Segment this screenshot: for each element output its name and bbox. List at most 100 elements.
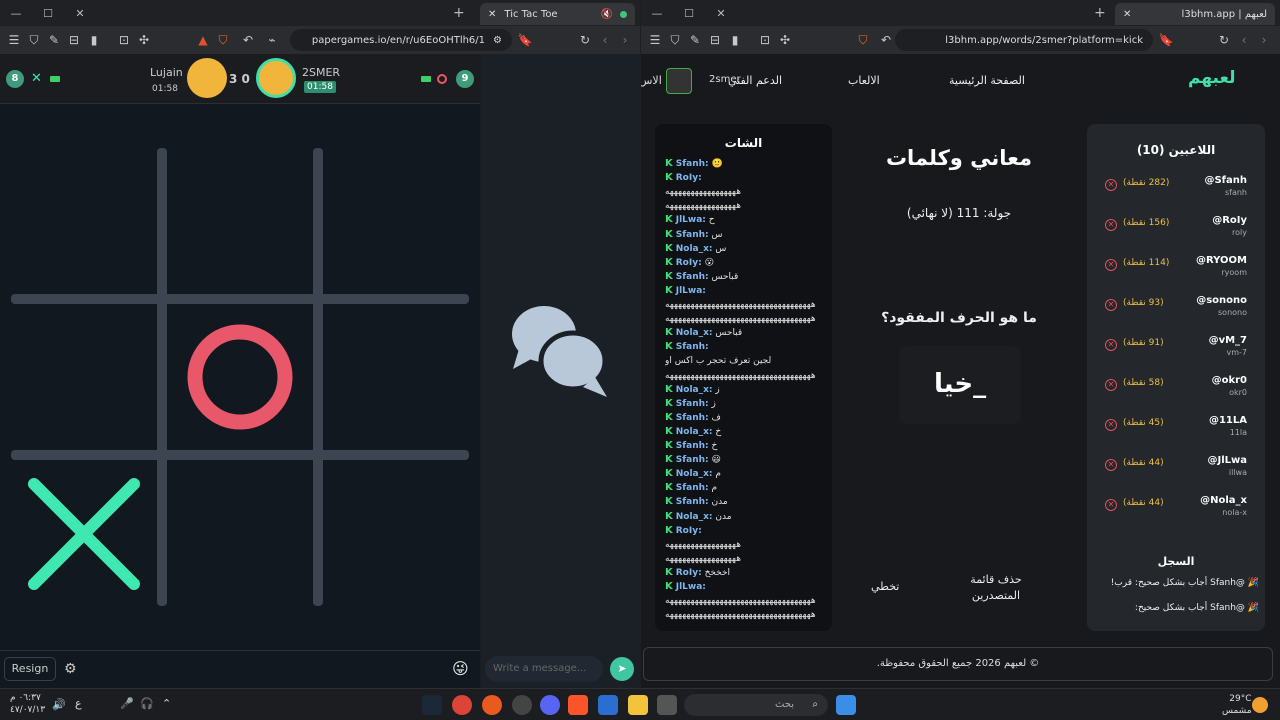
- back-icon[interactable]: ‹: [595, 33, 615, 47]
- chat-username[interactable]: JlLwa:: [676, 286, 706, 296]
- site-logo[interactable]: لعبهم: [1188, 68, 1235, 88]
- nav-support-link[interactable]: الدعم الفني: [728, 74, 782, 87]
- cell-6[interactable]: [323, 304, 469, 450]
- chat-username[interactable]: Nola_x:: [676, 427, 713, 437]
- obs-icon[interactable]: [512, 695, 532, 715]
- chat-username[interactable]: RoIy:: [676, 526, 702, 536]
- kick-player-icon[interactable]: ✕: [1105, 419, 1117, 431]
- back-history-icon-right[interactable]: ↶: [876, 33, 896, 47]
- forward-icon-right[interactable]: ›: [1254, 33, 1274, 47]
- close-tab-icon-right[interactable]: ✕: [1123, 9, 1131, 20]
- brave-rewards-icon[interactable]: ▲: [193, 33, 213, 47]
- address-bar[interactable]: papergames.io/en/r/u6EoOHTlh6/1: [312, 35, 485, 46]
- sidebar-icon[interactable]: ▮: [84, 33, 104, 47]
- bookmark-icon[interactable]: 🔖: [515, 33, 535, 47]
- cell-2[interactable]: [167, 148, 313, 294]
- kick-player-icon[interactable]: ✕: [1105, 299, 1117, 311]
- windows-start-icon[interactable]: [836, 695, 856, 715]
- taskbar-search[interactable]: بحث ⌕: [684, 694, 828, 716]
- language-indicator[interactable]: ع: [75, 697, 82, 710]
- new-tab-icon[interactable]: +: [453, 5, 465, 21]
- tray-expand-icon[interactable]: ⌃: [162, 697, 171, 710]
- back-icon-right[interactable]: ‹: [1234, 33, 1254, 47]
- kick-player-icon[interactable]: ✕: [1105, 459, 1117, 471]
- menu-icon[interactable]: ☰: [4, 33, 24, 47]
- close-window-icon[interactable]: ✕: [64, 7, 96, 20]
- maximize-icon[interactable]: ☐: [32, 7, 64, 20]
- chat-username[interactable]: Nola_x:: [676, 512, 713, 522]
- settings-gear-icon[interactable]: ⚙: [64, 661, 77, 677]
- cell-1[interactable]: [11, 148, 157, 294]
- nav-cut-link[interactable]: الاس: [641, 74, 662, 87]
- app-icon-orange[interactable]: [482, 695, 502, 715]
- forward-icon[interactable]: ›: [615, 33, 635, 47]
- site-settings-icon[interactable]: ⚙: [493, 35, 502, 46]
- screenshot-icon[interactable]: ⊡: [114, 33, 134, 47]
- brave-icon[interactable]: [568, 695, 588, 715]
- chat-username[interactable]: JlLwa:: [676, 582, 706, 592]
- tab-tictactoe[interactable]: ✕ Tic Tac Toe 🔇: [480, 3, 635, 25]
- cell-9[interactable]: [323, 460, 469, 606]
- volume-icon[interactable]: 🔊: [52, 698, 66, 711]
- chrome-icon[interactable]: [452, 695, 472, 715]
- close-window-icon-right[interactable]: ✕: [705, 7, 737, 20]
- kick-player-icon[interactable]: ✕: [1105, 499, 1117, 511]
- brave-shield-icon[interactable]: ⛉: [213, 33, 233, 48]
- maximize-icon-right[interactable]: ☐: [673, 7, 705, 20]
- sidebar-icon-right[interactable]: ▮: [725, 33, 745, 47]
- minimize-icon-right[interactable]: —: [641, 7, 673, 20]
- menu-icon-right[interactable]: ☰: [645, 33, 665, 47]
- chat-username[interactable]: Sfanh:: [676, 455, 709, 465]
- chat-username[interactable]: Nola_x:: [676, 328, 713, 338]
- puzzle-icon-right[interactable]: ✣: [775, 33, 795, 47]
- store-icon[interactable]: [598, 695, 618, 715]
- weather-widget[interactable]: 29°C مشمس: [1222, 693, 1252, 717]
- cell-3[interactable]: [323, 148, 469, 294]
- nav-home-link[interactable]: الصفحة الرئيسية: [949, 74, 1025, 87]
- chat-username[interactable]: Nola_x:: [676, 469, 713, 479]
- send-icon[interactable]: ➤: [610, 657, 634, 681]
- kick-player-icon[interactable]: ✕: [1105, 339, 1117, 351]
- chat-username[interactable]: RoIy:: [676, 568, 702, 578]
- chat-username[interactable]: Sfanh:: [676, 413, 709, 423]
- reload-icon[interactable]: ↻: [575, 33, 595, 47]
- tab-l3bhm[interactable]: ✕ l3bhm.app | لعبهم: [1115, 3, 1275, 25]
- resign-button[interactable]: Resign: [4, 657, 56, 681]
- nav-games-link[interactable]: الالعاب: [848, 74, 880, 87]
- task-view-icon[interactable]: [657, 695, 677, 715]
- extensions-icon-right[interactable]: ✎: [685, 33, 705, 47]
- reload-icon-right[interactable]: ↻: [1214, 33, 1234, 47]
- chat-username[interactable]: Sfanh:: [676, 497, 709, 507]
- close-tab-icon[interactable]: ✕: [488, 9, 496, 20]
- mute-icon[interactable]: 🔇: [601, 9, 613, 20]
- chat-username[interactable]: Sfanh:: [676, 272, 709, 282]
- user-avatar[interactable]: [666, 68, 692, 94]
- chat-username[interactable]: Sfanh:: [676, 230, 709, 240]
- shield-icon-right[interactable]: ⛉: [665, 33, 685, 48]
- clock[interactable]: ٠٦:٣٧ م ٤٧/٠٧/١٣: [10, 692, 45, 716]
- skip-button[interactable]: تخطي: [871, 580, 899, 593]
- back-history-icon[interactable]: ↶: [238, 33, 258, 47]
- bookmark-list-icon-right[interactable]: ⊟: [705, 33, 725, 47]
- shield-icon[interactable]: ⛉: [24, 33, 44, 48]
- brave-shield-icon-right[interactable]: ⛉: [853, 33, 873, 48]
- kick-player-icon[interactable]: ✕: [1105, 179, 1117, 191]
- headset-icon[interactable]: 🎧: [140, 697, 154, 710]
- mic-icon[interactable]: 🎤: [120, 697, 134, 710]
- new-tab-icon-right[interactable]: +: [1094, 5, 1106, 21]
- extensions-icon[interactable]: ✎: [44, 33, 64, 47]
- address-bar-right[interactable]: l3bhm.app/words/2smer?platform=kick: [945, 35, 1143, 46]
- chat-username[interactable]: Sfanh:: [676, 483, 709, 493]
- emoji-icon[interactable]: 😜: [452, 659, 469, 678]
- chat-username[interactable]: JlLwa:: [676, 215, 706, 225]
- kick-player-icon[interactable]: ✕: [1105, 259, 1117, 271]
- chat-username[interactable]: RoIy:: [676, 258, 702, 268]
- file-explorer-icon[interactable]: [628, 695, 648, 715]
- kick-player-icon[interactable]: ✕: [1105, 219, 1117, 231]
- chat-username[interactable]: Nola_x:: [676, 385, 713, 395]
- bookmark-icon-right[interactable]: 🔖: [1156, 33, 1176, 47]
- steam-icon[interactable]: [422, 695, 442, 715]
- chat-username[interactable]: Sfanh:: [676, 342, 709, 352]
- cell-8[interactable]: [167, 460, 313, 606]
- bookmark-list-icon[interactable]: ⊟: [64, 33, 84, 47]
